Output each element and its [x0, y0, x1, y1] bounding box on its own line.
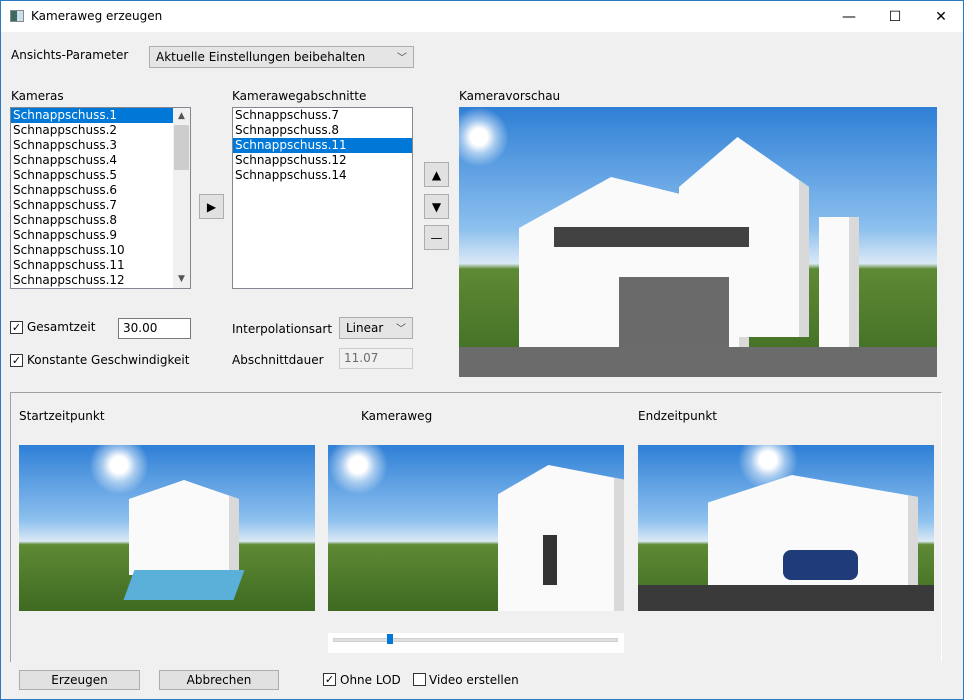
interpolation-value: Linear [346, 321, 384, 335]
list-item[interactable]: Schnappschuss.3 [11, 138, 190, 153]
scroll-up-icon[interactable]: ▲ [173, 108, 190, 125]
list-item[interactable]: Schnappschuss.12 [233, 153, 412, 168]
list-item[interactable]: Schnappschuss.6 [11, 183, 190, 198]
slider-thumb[interactable] [387, 634, 393, 644]
end-label: Endzeitpunkt [638, 409, 718, 423]
camera-preview-image [459, 107, 937, 377]
segment-duration-label: Abschnittdauer [232, 353, 324, 367]
constant-speed-label: Konstante Geschwindigkeit [27, 353, 190, 367]
window-title: Kameraweg erzeugen [31, 9, 163, 23]
scroll-down-icon[interactable]: ▼ [173, 271, 190, 288]
list-item[interactable]: Schnappschuss.9 [11, 228, 190, 243]
scrollbar-thumb[interactable] [174, 125, 189, 170]
list-item[interactable]: Schnappschuss.10 [11, 243, 190, 258]
interpolation-label: Interpolationsart [232, 322, 333, 336]
list-item[interactable]: Schnappschuss.1 [11, 108, 190, 123]
no-lod-checkbox[interactable]: ✓ [323, 673, 336, 686]
view-params-value: Aktuelle Einstellungen beibehalten [156, 50, 366, 64]
list-item[interactable]: Schnappschuss.11 [11, 258, 190, 273]
constant-speed-checkbox[interactable]: ✓ [10, 354, 23, 367]
app-icon [10, 10, 24, 22]
list-item[interactable]: Schnappschuss.5 [11, 168, 190, 183]
preview-label: Kameravorschau [459, 89, 561, 103]
total-time-input[interactable]: 30.00 [118, 318, 191, 339]
list-item[interactable]: Schnappschuss.4 [11, 153, 190, 168]
move-up-button[interactable]: ▲ [424, 162, 449, 187]
list-item[interactable]: Schnappschuss.8 [233, 123, 412, 138]
view-params-label: Ansichts-Parameter [11, 48, 129, 62]
cameras-label: Kameras [11, 89, 64, 103]
interpolation-dropdown[interactable]: Linear ﹀ [339, 317, 413, 339]
list-item[interactable]: Schnappschuss.7 [233, 108, 412, 123]
list-item[interactable]: Schnappschuss.14 [233, 168, 412, 183]
maximize-button[interactable]: ☐ [872, 1, 918, 32]
no-lod-label: Ohne LOD [340, 673, 401, 687]
start-label: Startzeitpunkt [19, 409, 105, 423]
segments-list[interactable]: Schnappschuss.7 Schnappschuss.8 Schnappsch… [232, 107, 413, 289]
list-item[interactable]: Schnappschuss.12 [11, 273, 190, 288]
video-label: Video erstellen [429, 673, 519, 687]
list-item[interactable]: Schnappschuss.11 [233, 138, 412, 153]
cancel-button[interactable]: Abbrechen [159, 670, 279, 690]
list-item[interactable]: Schnappschuss.8 [11, 213, 190, 228]
path-label: Kameraweg [361, 409, 433, 423]
create-button[interactable]: Erzeugen [19, 670, 140, 690]
segment-duration-input: 11.07 [339, 348, 413, 369]
end-image [638, 445, 934, 611]
chevron-down-icon: ﹀ [396, 324, 406, 335]
chevron-down-icon: ﹀ [397, 53, 407, 64]
cameras-scrollbar[interactable]: ▲ ▼ [173, 108, 190, 288]
move-down-button[interactable]: ▼ [424, 194, 449, 219]
minimize-button[interactable]: — [826, 1, 872, 32]
path-slider[interactable] [328, 633, 624, 653]
cameras-list[interactable]: Schnappschuss.1 Schnappschuss.2 Schnappsch… [10, 107, 191, 289]
video-checkbox[interactable] [413, 673, 426, 686]
segments-label: Kamerawegabschnitte [232, 89, 367, 103]
add-segment-button[interactable]: ▶ [199, 194, 224, 219]
view-params-dropdown[interactable]: Aktuelle Einstellungen beibehalten ﹀ [149, 46, 414, 68]
remove-segment-button[interactable]: — [424, 225, 449, 250]
list-item[interactable]: Schnappschuss.2 [11, 123, 190, 138]
close-button[interactable]: ✕ [918, 1, 964, 32]
list-item[interactable]: Schnappschuss.7 [11, 198, 190, 213]
total-time-checkbox[interactable]: ✓ [10, 321, 23, 334]
path-image [328, 445, 624, 611]
total-time-label: Gesamtzeit [27, 320, 96, 334]
start-image [19, 445, 315, 611]
